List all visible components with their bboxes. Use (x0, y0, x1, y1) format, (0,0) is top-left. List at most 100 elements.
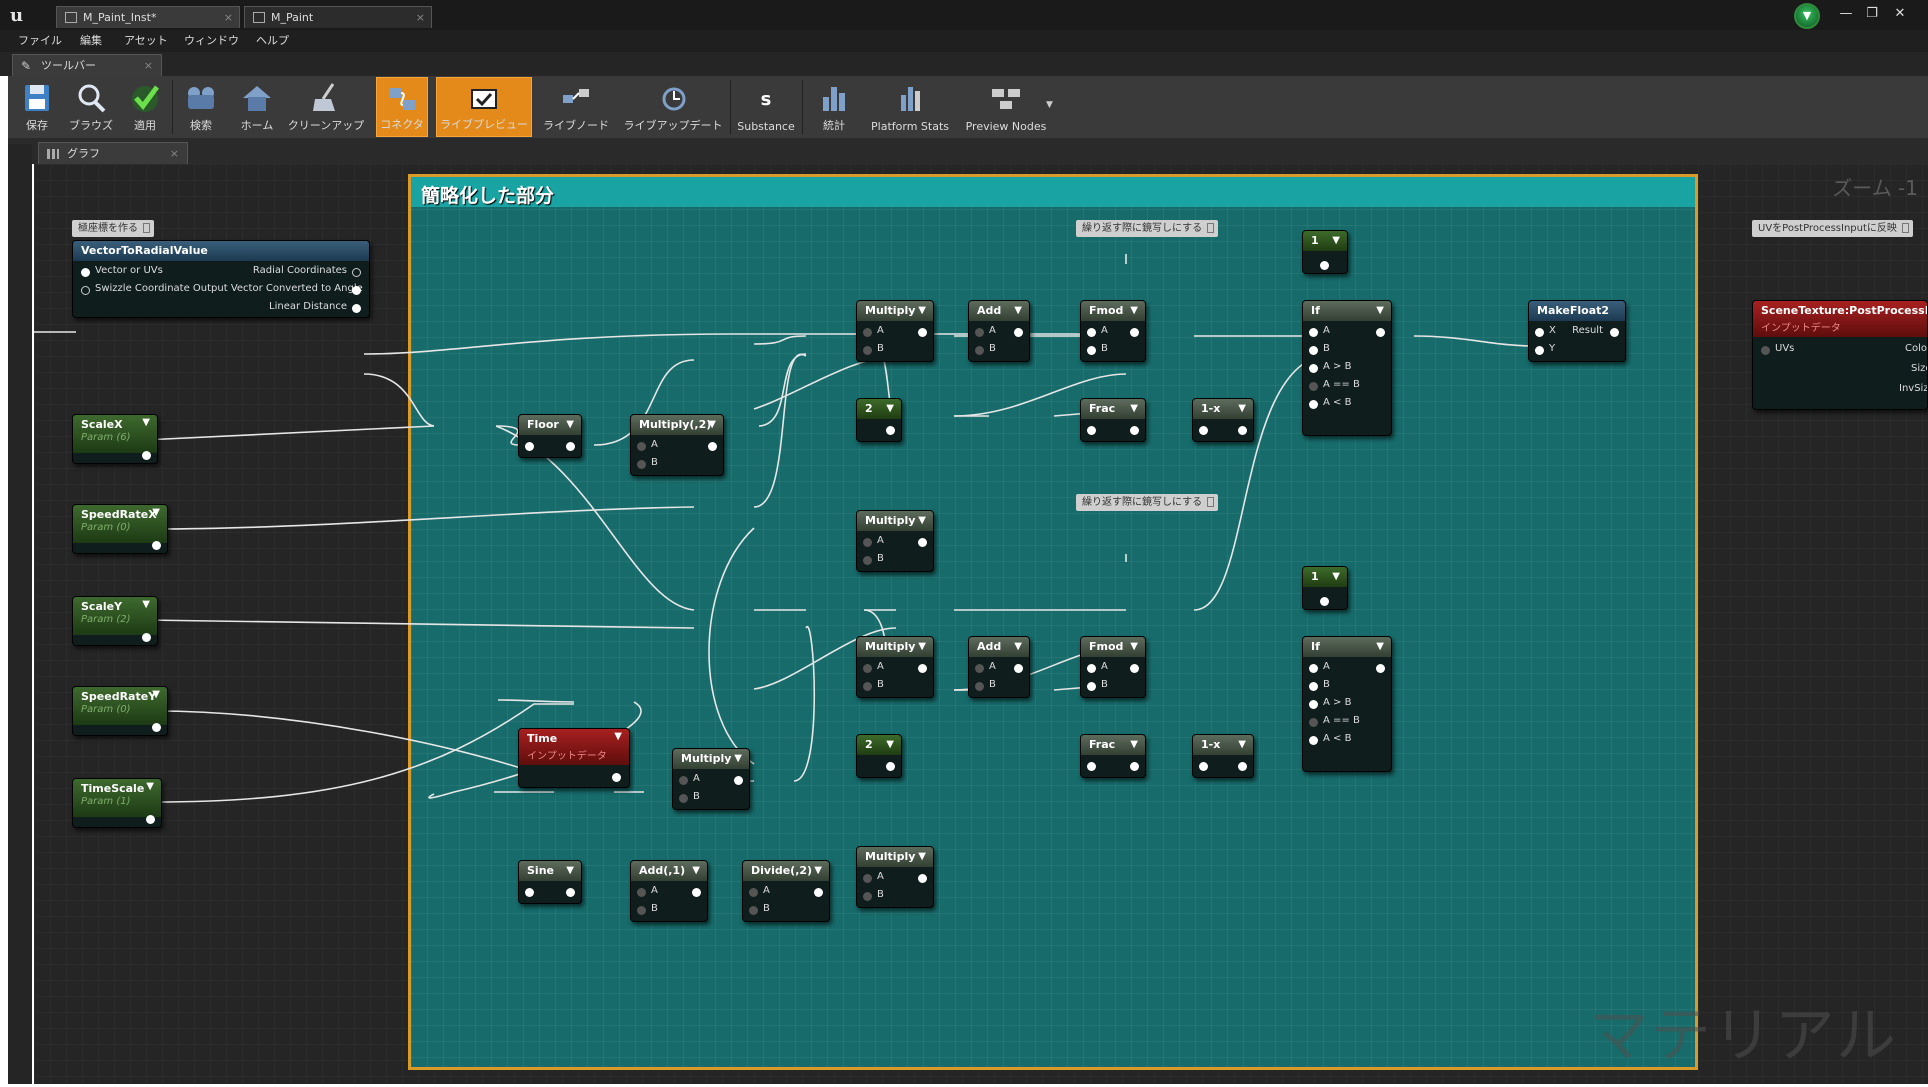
cleanup-button[interactable]: クリーンアップ (286, 77, 366, 137)
output-pin[interactable] (146, 815, 155, 824)
output-pin[interactable] (692, 888, 701, 897)
output-pin[interactable] (152, 723, 161, 732)
node-fmod-a[interactable]: Fmod ▼ A B (1080, 300, 1146, 362)
input-pin[interactable] (1309, 718, 1318, 727)
search-button[interactable]: 検索 (178, 77, 224, 137)
output-pin[interactable] (1130, 328, 1139, 337)
chevron-down-icon[interactable]: ▼ (886, 735, 894, 755)
input-pin[interactable] (637, 906, 646, 915)
output-pin[interactable] (708, 442, 717, 451)
chevron-down-icon[interactable]: ▼ (1376, 301, 1384, 321)
tab-m-paint[interactable]: M_Paint × (244, 6, 432, 28)
output-pin[interactable] (142, 451, 151, 460)
output-pin[interactable] (1376, 328, 1385, 337)
input-pin[interactable] (1309, 364, 1318, 373)
input-pin[interactable] (975, 664, 984, 673)
node-floor[interactable]: Floor ▼ (518, 414, 582, 458)
node-constant-1-a[interactable]: 1 ▼ (1302, 230, 1348, 274)
input-pin[interactable] (1309, 400, 1318, 409)
node-multiply-c[interactable]: Multiply ▼ A B (856, 636, 934, 698)
node-multiply-time[interactable]: Multiply ▼ A B (672, 748, 750, 810)
input-pin[interactable] (863, 682, 872, 691)
output-pin[interactable] (918, 874, 927, 883)
substance-button[interactable]: s Substance (734, 77, 798, 137)
chevron-down-icon[interactable]: ▼ (1332, 231, 1340, 251)
close-window-button[interactable]: ✕ (1890, 6, 1910, 22)
output-pin[interactable] (886, 426, 895, 435)
stats-button[interactable]: 統計 (808, 77, 860, 137)
input-pin[interactable] (1199, 426, 1208, 435)
output-pin[interactable] (352, 268, 361, 277)
menu-help[interactable]: ヘルプ (256, 30, 289, 52)
tab-toolbar[interactable]: ✎ ツールバー × (12, 54, 162, 76)
menu-window[interactable]: ウィンドウ (184, 30, 239, 52)
node-if-a[interactable]: If ▼ A B A > B A == B A < B (1302, 300, 1392, 436)
output-pin[interactable] (1014, 664, 1023, 673)
node-add-1[interactable]: Add(,1) ▼ A B (630, 860, 708, 922)
input-pin[interactable] (1309, 736, 1318, 745)
bubble-toggle-icon[interactable] (1207, 223, 1215, 233)
input-pin[interactable] (863, 328, 872, 337)
chevron-down-icon[interactable]: ▼ (142, 415, 150, 431)
comment-bubble-polar[interactable]: 極座標を作る (72, 220, 154, 237)
maximize-button[interactable]: ❐ (1862, 6, 1882, 22)
bubble-toggle-icon[interactable] (1901, 223, 1909, 233)
tab-graph[interactable]: グラフ × (38, 142, 188, 164)
input-pin[interactable] (81, 268, 90, 277)
live-node-button[interactable]: ライブノード (538, 77, 614, 137)
node-frac-a[interactable]: Frac ▼ (1080, 398, 1146, 442)
comment-bubble-mirror-top[interactable]: 繰り返す際に鏡写しにする (1076, 220, 1219, 237)
input-pin[interactable] (637, 460, 646, 469)
input-pin[interactable] (863, 556, 872, 565)
chevron-down-icon[interactable]: ▼ (814, 861, 822, 881)
output-pin[interactable] (1320, 597, 1329, 606)
chevron-down-icon[interactable]: ▼ (918, 301, 926, 321)
apply-button[interactable]: 適用 (122, 77, 168, 137)
node-one-minus-a[interactable]: 1-x ▼ (1192, 398, 1254, 442)
node-param-speedratex[interactable]: SpeedRateX ▼ Param (0) (72, 504, 168, 554)
output-pin[interactable] (918, 664, 927, 673)
material-graph-canvas[interactable]: 簡略化した部分 ズーム -1 マテリアル 極座標を作る 繰り返す際に鏡写しにする… (34, 164, 1928, 1084)
node-constant-2-c[interactable]: 2 ▼ (856, 734, 902, 778)
chevron-down-icon[interactable]: ▼ (152, 505, 160, 521)
node-fmod-c[interactable]: Fmod ▼ A B (1080, 636, 1146, 698)
input-pin[interactable] (81, 286, 90, 295)
output-pin[interactable] (352, 286, 361, 295)
input-pin[interactable] (525, 888, 534, 897)
chevron-down-icon[interactable]: ▼ (1130, 637, 1138, 657)
close-icon[interactable]: × (416, 7, 425, 29)
minimize-button[interactable]: — (1836, 6, 1856, 22)
node-add-c[interactable]: Add ▼ A B (968, 636, 1030, 698)
input-pin[interactable] (1087, 664, 1096, 673)
input-pin[interactable] (1761, 346, 1770, 355)
toolbar-overflow-chevron-icon[interactable]: ▼ (1046, 100, 1053, 110)
node-param-scalex[interactable]: ScaleX ▼ Param (6) (72, 414, 158, 464)
platform-stats-button[interactable]: Platform Stats (864, 77, 956, 137)
input-pin[interactable] (863, 892, 872, 901)
input-pin[interactable] (1309, 682, 1318, 691)
collapsed-side-panel[interactable] (8, 144, 32, 1084)
chevron-down-icon[interactable]: ▼ (1376, 637, 1384, 657)
menu-asset[interactable]: アセット (124, 30, 168, 52)
input-pin[interactable] (863, 346, 872, 355)
chevron-down-icon[interactable]: ▼ (692, 861, 700, 881)
chevron-down-icon[interactable]: ▼ (566, 861, 574, 881)
input-pin[interactable] (679, 776, 688, 785)
node-frac-c[interactable]: Frac ▼ (1080, 734, 1146, 778)
node-constant-1-c[interactable]: 1 ▼ (1302, 566, 1348, 610)
input-pin[interactable] (1309, 382, 1318, 391)
comment-box-simplified[interactable]: 簡略化した部分 (408, 174, 1698, 1070)
input-pin[interactable] (863, 874, 872, 883)
tab-m-paint-inst[interactable]: M_Paint_Inst* × (56, 6, 240, 28)
connector-button[interactable]: コネクタ (376, 77, 428, 137)
chevron-down-icon[interactable]: ▼ (1238, 735, 1246, 755)
chevron-down-icon[interactable]: ▼ (1014, 637, 1022, 657)
input-pin[interactable] (1309, 328, 1318, 337)
input-pin[interactable] (525, 442, 534, 451)
node-multiply-b[interactable]: Multiply ▼ A B (856, 510, 934, 572)
output-pin[interactable] (1130, 762, 1139, 771)
input-pin[interactable] (863, 538, 872, 547)
input-pin[interactable] (1309, 346, 1318, 355)
preview-nodes-button[interactable]: Preview Nodes (960, 77, 1052, 137)
menu-edit[interactable]: 編集 (80, 30, 102, 52)
